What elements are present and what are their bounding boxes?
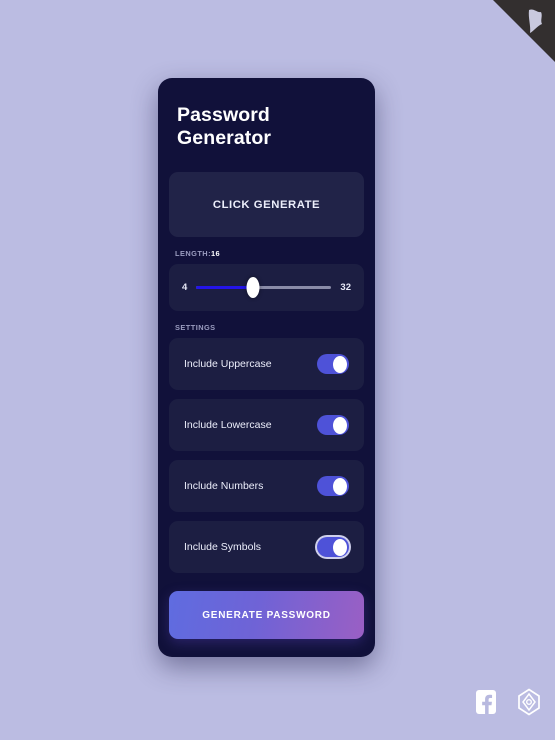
- gem-logo-icon[interactable]: [516, 688, 542, 716]
- settings-toggle-knob: [333, 538, 347, 556]
- settings-toggle[interactable]: [317, 354, 349, 374]
- settings-row-label: Include Lowercase: [184, 419, 272, 431]
- settings-toggle[interactable]: [317, 476, 349, 496]
- settings-toggle-knob: [333, 416, 347, 434]
- settings-row[interactable]: Include Symbols: [169, 521, 364, 573]
- settings-row[interactable]: Include Numbers: [169, 460, 364, 512]
- length-label-prefix: LENGTH:: [175, 249, 211, 258]
- corner-ribbon-triangle: [493, 0, 555, 62]
- length-label: LENGTH:16: [169, 237, 364, 264]
- length-slider-panel: 4 32: [169, 264, 364, 311]
- settings-label: SETTINGS: [175, 323, 216, 332]
- settings-toggle-knob: [333, 355, 347, 373]
- length-value: 16: [211, 249, 221, 258]
- slider-min-label: 4: [182, 282, 188, 293]
- settings-row-label: Include Numbers: [184, 480, 264, 492]
- settings-row[interactable]: Include Lowercase: [169, 399, 364, 451]
- password-generator-card: Password Generator CLICK GENERATE LENGTH…: [158, 78, 375, 657]
- page-title: Password Generator: [177, 104, 272, 149]
- app-root: Password Generator CLICK GENERATE LENGTH…: [0, 0, 555, 740]
- settings-row-label: Include Symbols: [184, 541, 262, 553]
- facebook-icon[interactable]: [473, 688, 499, 716]
- slider-thumb[interactable]: [246, 277, 260, 298]
- password-output-panel[interactable]: CLICK GENERATE: [169, 172, 364, 237]
- slider-max-label: 32: [340, 282, 351, 293]
- settings-toggle[interactable]: [317, 537, 349, 557]
- settings-row[interactable]: Include Uppercase: [169, 338, 364, 390]
- corner-ribbon[interactable]: [493, 0, 555, 62]
- length-slider[interactable]: [196, 277, 332, 298]
- footer-icons: [473, 688, 542, 716]
- settings-toggle-knob: [333, 477, 347, 495]
- generate-password-button[interactable]: GENERATE PASSWORD: [169, 591, 364, 639]
- settings-list: Include Uppercase Include Lowercase Includ…: [169, 338, 364, 573]
- flag-glyph-icon: [528, 9, 542, 33]
- settings-row-label: Include Uppercase: [184, 358, 272, 370]
- slider-fill: [196, 286, 254, 289]
- password-output-text: CLICK GENERATE: [212, 198, 321, 211]
- settings-toggle[interactable]: [317, 415, 349, 435]
